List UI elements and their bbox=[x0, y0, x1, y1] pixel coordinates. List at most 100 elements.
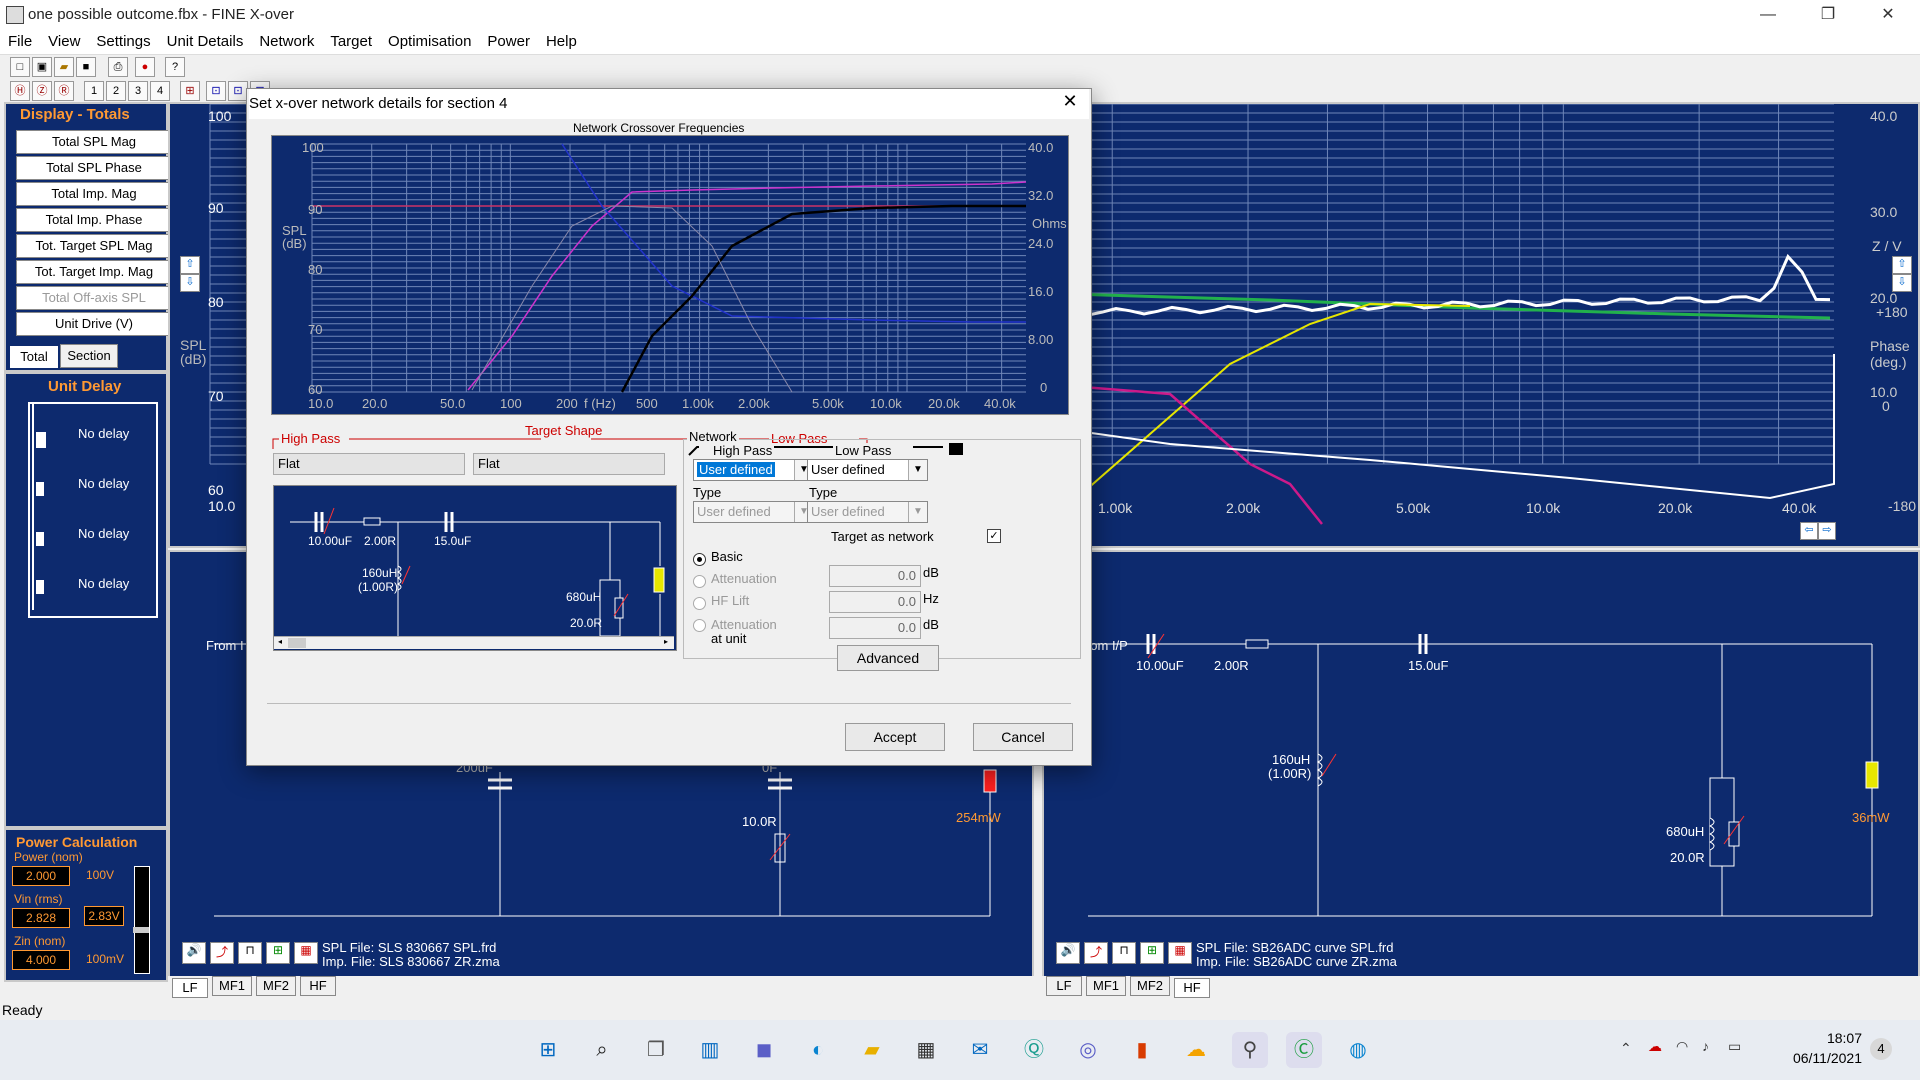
tool-9-icon[interactable]: ⊡ bbox=[206, 81, 226, 101]
menu-optimisation[interactable]: Optimisation bbox=[380, 30, 479, 54]
app-globe-icon[interactable]: ◍ bbox=[1340, 1032, 1376, 1068]
tab-mf2-right[interactable]: MF2 bbox=[1130, 976, 1170, 996]
lp-shape-input[interactable]: Flat bbox=[473, 453, 665, 475]
speaker-icon[interactable]: 🔊 bbox=[1056, 942, 1080, 964]
basic-radio[interactable] bbox=[693, 553, 706, 566]
hp-shape-input[interactable]: Flat bbox=[273, 453, 465, 475]
tab-hf-right[interactable]: HF bbox=[1174, 978, 1210, 998]
menu-unit-details[interactable]: Unit Details bbox=[159, 30, 252, 54]
hf-lift-radio[interactable] bbox=[693, 597, 706, 610]
minimize-button[interactable]: — bbox=[1745, 0, 1791, 30]
tab-mf1-left[interactable]: MF1 bbox=[212, 976, 252, 996]
tray-chevron-icon[interactable]: ⌃ bbox=[1620, 1040, 1632, 1057]
lp-type-select[interactable]: User defined ▼ bbox=[807, 501, 928, 523]
grid-icon[interactable]: ▦ bbox=[294, 942, 318, 964]
color-icon[interactable]: ● bbox=[135, 57, 155, 77]
cancel-button[interactable]: Cancel bbox=[973, 723, 1073, 751]
menu-view[interactable]: View bbox=[40, 30, 88, 54]
tool-10-icon[interactable]: ⊡ bbox=[228, 81, 248, 101]
tool-1-icon[interactable]: Ⓗ bbox=[10, 81, 30, 101]
tab-lf-left[interactable]: LF bbox=[172, 978, 208, 998]
chart-icon[interactable]: ⊞ bbox=[1140, 942, 1164, 964]
lp-network-select[interactable]: User defined ▼ bbox=[807, 459, 928, 481]
attenuation-unit-input[interactable]: 0.0 bbox=[829, 617, 921, 639]
hp-network-select[interactable]: User defined ▼ bbox=[693, 459, 814, 481]
print-icon[interactable]: ⎙ bbox=[108, 57, 128, 77]
hf-lift-input[interactable]: 0.0 bbox=[829, 591, 921, 613]
chat-icon[interactable]: ◼ bbox=[746, 1032, 782, 1068]
search-icon[interactable]: ⌕ bbox=[584, 1032, 620, 1068]
delay-slider-3[interactable] bbox=[36, 532, 44, 546]
tab-mf2-left[interactable]: MF2 bbox=[256, 976, 296, 996]
power-value[interactable]: 2.000 bbox=[12, 866, 70, 886]
close-window-button[interactable]: ✕ bbox=[1865, 0, 1911, 30]
measure-icon[interactable]: ⊓ bbox=[238, 942, 262, 964]
attenuation-input[interactable]: 0.0 bbox=[829, 565, 921, 587]
menu-help[interactable]: Help bbox=[538, 30, 585, 54]
menu-file[interactable]: File bbox=[0, 30, 40, 54]
new-copy-icon[interactable]: ▣ bbox=[32, 57, 52, 77]
tab-hf-left[interactable]: HF bbox=[300, 976, 336, 996]
total-imp-phase-button[interactable]: Total Imp. Phase bbox=[16, 208, 172, 232]
advanced-button[interactable]: Advanced bbox=[837, 645, 939, 671]
scroll-up-right-icon[interactable]: ⇧ bbox=[1892, 256, 1912, 274]
app-q-icon[interactable]: Ⓠ bbox=[1016, 1032, 1052, 1068]
clock-time[interactable]: 18:07 bbox=[1792, 1030, 1862, 1046]
tool-6-icon[interactable]: 3 bbox=[128, 81, 148, 101]
weather-icon[interactable]: ☁ bbox=[1178, 1032, 1214, 1068]
task-view-icon[interactable]: ❐ bbox=[638, 1032, 674, 1068]
volume-icon[interactable]: ♪ bbox=[1702, 1038, 1709, 1054]
scroll-right-icon[interactable]: ⇨ bbox=[1818, 522, 1836, 540]
total-off-axis-spl-button[interactable]: Total Off-axis SPL bbox=[16, 286, 172, 310]
accept-button[interactable]: Accept bbox=[845, 723, 945, 751]
dialog-close-button[interactable]: ✕ bbox=[1055, 91, 1085, 112]
level-slider[interactable] bbox=[133, 866, 150, 974]
total-spl-mag-button[interactable]: Total SPL Mag bbox=[16, 130, 172, 154]
tool-8-icon[interactable]: ⊞ bbox=[180, 81, 200, 101]
battery-icon[interactable]: ▭ bbox=[1728, 1038, 1741, 1055]
tool-4-icon[interactable]: 1 bbox=[84, 81, 104, 101]
wifi-icon[interactable]: ◠ bbox=[1676, 1038, 1688, 1055]
scroll-up-left-icon[interactable]: ⇧ bbox=[180, 256, 200, 274]
speaker-icon[interactable]: 🔊 bbox=[182, 942, 206, 964]
new-file-icon[interactable]: □ bbox=[10, 57, 30, 77]
save-icon[interactable]: ■ bbox=[76, 57, 96, 77]
tot-target-imp-mag-button[interactable]: Tot. Target Imp. Mag bbox=[16, 260, 172, 284]
tray-cloud-icon[interactable]: ☁ bbox=[1648, 1038, 1662, 1055]
chart-icon[interactable]: ⊞ bbox=[266, 942, 290, 964]
xover-app-icon[interactable]: ⚲ bbox=[1232, 1032, 1268, 1068]
office-icon[interactable]: ▮ bbox=[1124, 1032, 1160, 1068]
attenuation-radio[interactable] bbox=[693, 575, 706, 588]
tool-7-icon[interactable]: 4 bbox=[150, 81, 170, 101]
menu-settings[interactable]: Settings bbox=[88, 30, 158, 54]
schematic-hscroll[interactable]: ◂ ▸ bbox=[274, 636, 674, 649]
mail-icon[interactable]: ✉ bbox=[962, 1032, 998, 1068]
tool-3-icon[interactable]: Ⓡ bbox=[54, 81, 74, 101]
measure-icon[interactable]: ⊓ bbox=[1112, 942, 1136, 964]
tab-mf1-right[interactable]: MF1 bbox=[1086, 976, 1126, 996]
delay-slider-2[interactable] bbox=[36, 482, 44, 496]
curve-icon[interactable]: ⤴ bbox=[210, 942, 234, 964]
target-as-network-checkbox[interactable]: ✓ bbox=[987, 529, 1001, 543]
tab-total[interactable]: Total bbox=[10, 346, 58, 368]
widgets-icon[interactable]: ▥ bbox=[692, 1032, 728, 1068]
clock-date[interactable]: 06/11/2021 bbox=[1792, 1050, 1862, 1066]
menu-network[interactable]: Network bbox=[251, 30, 322, 54]
scroll-down-left-icon[interactable]: ⇩ bbox=[180, 274, 200, 292]
open-folder-icon[interactable]: ▰ bbox=[54, 57, 74, 77]
vin-value[interactable]: 2.828 bbox=[12, 908, 70, 928]
total-imp-mag-button[interactable]: Total Imp. Mag bbox=[16, 182, 172, 206]
delay-slider-4[interactable] bbox=[36, 580, 44, 594]
grid-icon[interactable]: ▦ bbox=[1168, 942, 1192, 964]
tot-target-spl-mag-button[interactable]: Tot. Target SPL Mag bbox=[16, 234, 172, 258]
tool-2-icon[interactable]: Ⓩ bbox=[32, 81, 52, 101]
notification-badge[interactable]: 4 bbox=[1870, 1038, 1892, 1060]
maximize-button[interactable]: ❐ bbox=[1805, 0, 1851, 30]
menu-power[interactable]: Power bbox=[479, 30, 538, 54]
attenuation-unit-radio[interactable] bbox=[693, 619, 706, 632]
unit-drive-button[interactable]: Unit Drive (V) bbox=[16, 312, 172, 336]
scroll-down-right-icon[interactable]: ⇩ bbox=[1892, 274, 1912, 292]
zin-value[interactable]: 4.000 bbox=[12, 950, 70, 970]
hp-type-select[interactable]: User defined ▼ bbox=[693, 501, 814, 523]
tool-5-icon[interactable]: 2 bbox=[106, 81, 126, 101]
